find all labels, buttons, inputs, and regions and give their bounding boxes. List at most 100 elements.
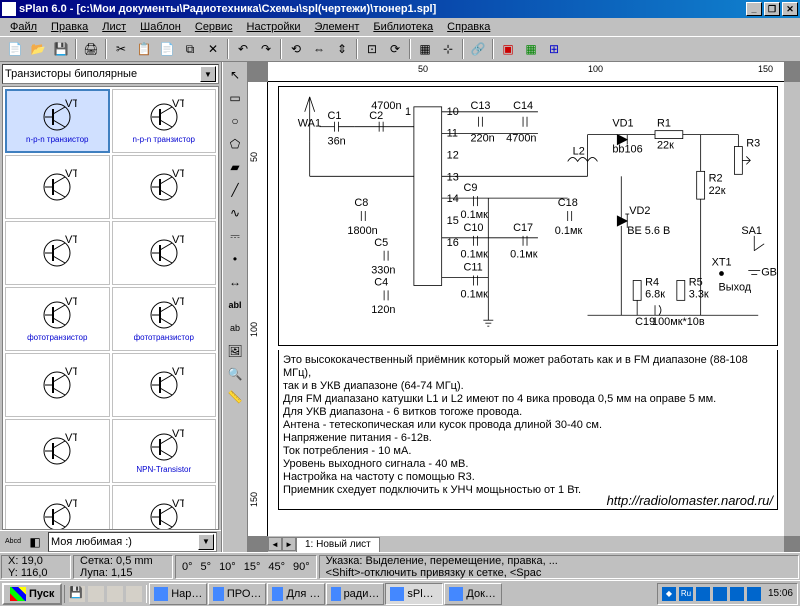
palette-item[interactable]: VT?фототранзистор: [112, 287, 217, 351]
favorite-dropdown[interactable]: Моя любимая :) ▼: [48, 532, 217, 552]
text-label-tool[interactable]: abI: [224, 294, 246, 316]
redraw-button[interactable]: ⟳: [384, 38, 406, 60]
tray-icon[interactable]: ◆: [662, 587, 676, 601]
tool-b-button[interactable]: ▦: [520, 38, 542, 60]
start-button[interactable]: Пуск: [2, 583, 62, 605]
tab-prev-button[interactable]: ◄: [268, 537, 282, 551]
zoom-tool[interactable]: 🔍: [224, 363, 246, 385]
redo-button[interactable]: ↷: [255, 38, 277, 60]
snap-button[interactable]: ⊹: [437, 38, 459, 60]
fit-button[interactable]: ⊡: [361, 38, 383, 60]
tray-icon[interactable]: [696, 587, 710, 601]
menu-library[interactable]: Библиотека: [367, 20, 439, 34]
angle-15[interactable]: 15°: [244, 561, 261, 573]
copy-button[interactable]: 📋: [133, 38, 155, 60]
new-button[interactable]: 📄: [4, 38, 26, 60]
text-tool[interactable]: ab: [224, 317, 246, 339]
sheet-tab[interactable]: 1: Новый лист: [296, 537, 380, 552]
tool-a-button[interactable]: ▣: [497, 38, 519, 60]
system-tray: ◆ Ru 15:06: [657, 583, 798, 605]
svg-text:15: 15: [447, 215, 459, 227]
dimension-tool[interactable]: ↔: [224, 271, 246, 293]
link-button[interactable]: 🔗: [467, 38, 489, 60]
circle-tool[interactable]: ○: [224, 110, 246, 132]
rotate-button[interactable]: ⟲: [285, 38, 307, 60]
tray-icon[interactable]: [730, 587, 744, 601]
svg-text:0.1мк: 0.1мк: [555, 225, 583, 237]
undo-button[interactable]: ↶: [232, 38, 254, 60]
palette-item[interactable]: VT?: [5, 155, 110, 219]
taskbar-task[interactable]: Для …: [267, 583, 325, 605]
angle-10[interactable]: 10°: [219, 561, 236, 573]
node-tool[interactable]: •: [224, 248, 246, 270]
menu-help[interactable]: Справка: [441, 20, 496, 34]
delete-button[interactable]: ✕: [202, 38, 224, 60]
pal-btn-1[interactable]: Abcd: [4, 533, 22, 551]
tab-next-button[interactable]: ►: [282, 537, 296, 551]
tray-icon[interactable]: [713, 587, 727, 601]
angle-0[interactable]: 0°: [182, 561, 193, 573]
palette-item[interactable]: VT?: [5, 221, 110, 285]
palette-item[interactable]: VT?: [5, 353, 110, 417]
angle-90[interactable]: 90°: [293, 561, 310, 573]
angle-5[interactable]: 5°: [201, 561, 212, 573]
clock[interactable]: 15:06: [768, 588, 793, 599]
svg-text:VT?: VT?: [172, 169, 184, 180]
print-button[interactable]: 🖨: [80, 38, 102, 60]
svg-text:VT?: VT?: [172, 99, 184, 110]
menu-template[interactable]: Шаблон: [134, 20, 187, 34]
maximize-button[interactable]: ❐: [764, 2, 780, 16]
mirror-h-button[interactable]: ⇔: [308, 38, 330, 60]
rect-tool[interactable]: ▭: [224, 87, 246, 109]
paste-button[interactable]: 📄: [156, 38, 178, 60]
wire-tool[interactable]: ⎓: [224, 225, 246, 247]
palette-item[interactable]: VT?: [112, 485, 217, 530]
menu-settings[interactable]: Настройки: [241, 20, 307, 34]
grid-button[interactable]: ▦: [414, 38, 436, 60]
open-button[interactable]: 📂: [27, 38, 49, 60]
duplicate-button[interactable]: ⧉: [179, 38, 201, 60]
taskbar-task[interactable]: Нар…: [149, 583, 207, 605]
fill-tool[interactable]: ▰: [224, 156, 246, 178]
taskbar-task[interactable]: sPl…: [385, 583, 443, 605]
palette-item[interactable]: VT?NPN-Transistor: [112, 419, 217, 483]
tray-icon[interactable]: [747, 587, 761, 601]
cut-button[interactable]: ✂: [110, 38, 132, 60]
save-button[interactable]: 💾: [50, 38, 72, 60]
menu-edit[interactable]: Правка: [45, 20, 94, 34]
select-tool[interactable]: ↖: [224, 64, 246, 86]
mirror-v-button[interactable]: ⇕: [331, 38, 353, 60]
poly-tool[interactable]: ⬠: [224, 133, 246, 155]
curve-tool[interactable]: ∿: [224, 202, 246, 224]
drawing-canvas[interactable]: WA1 10 11 12 13 14 15 16 1 C136n: [268, 82, 784, 536]
pal-btn-2[interactable]: ◧: [26, 533, 44, 551]
menu-file[interactable]: Файл: [4, 20, 43, 34]
palette-item[interactable]: VT?n-p-n транзистор: [5, 89, 110, 153]
palette-item[interactable]: VT?: [112, 155, 217, 219]
vertical-scrollbar[interactable]: [784, 82, 800, 536]
menu-sheet[interactable]: Лист: [96, 20, 132, 34]
taskbar-task[interactable]: ПРО…: [208, 583, 266, 605]
angle-45[interactable]: 45°: [268, 561, 285, 573]
close-button[interactable]: ✕: [782, 2, 798, 16]
svg-text:BE 5.6 В: BE 5.6 В: [627, 225, 670, 237]
palette-item[interactable]: VT?: [5, 419, 110, 483]
palette-item[interactable]: VT?фототранзистор: [5, 287, 110, 351]
taskbar-task[interactable]: Док…: [444, 583, 502, 605]
library-category-dropdown[interactable]: Транзисторы биполярные ▼: [2, 64, 219, 84]
svg-text:C8: C8: [354, 197, 368, 209]
tool-c-button[interactable]: ⊞: [543, 38, 565, 60]
menu-element[interactable]: Элемент: [308, 20, 365, 34]
palette-item[interactable]: VT?: [112, 353, 217, 417]
image-tool[interactable]: 🖼: [224, 340, 246, 362]
measure-tool[interactable]: 📏: [224, 386, 246, 408]
palette-item[interactable]: VT?n-p-n транзистор: [112, 89, 217, 153]
line-tool[interactable]: ╱: [224, 179, 246, 201]
tray-lang[interactable]: Ru: [679, 587, 693, 601]
palette-item[interactable]: VT?: [112, 221, 217, 285]
svg-text:C4: C4: [374, 276, 388, 288]
palette-item[interactable]: VT?: [5, 485, 110, 530]
menu-service[interactable]: Сервис: [189, 20, 239, 34]
minimize-button[interactable]: _: [746, 2, 762, 16]
taskbar-task[interactable]: ради…: [326, 583, 384, 605]
